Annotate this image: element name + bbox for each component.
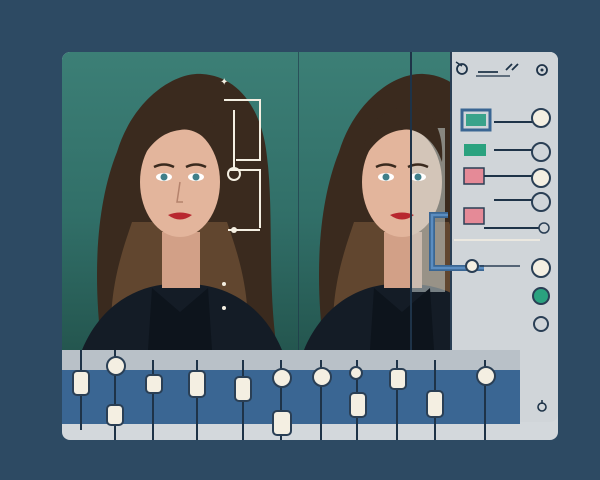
slider-5-knob[interactable] — [234, 376, 252, 402]
settings-icon[interactable] — [536, 64, 548, 76]
slider-7-knob[interactable] — [312, 367, 332, 387]
toggle-2[interactable] — [531, 142, 551, 162]
tag-icon[interactable] — [455, 61, 468, 75]
toggle-6[interactable] — [531, 258, 551, 278]
toggle-4[interactable] — [531, 192, 551, 212]
timeline-strip[interactable] — [62, 350, 520, 370]
slider-4-knob[interactable] — [188, 370, 206, 398]
slider-3-knob[interactable] — [145, 374, 163, 394]
green-swatch[interactable] — [464, 144, 486, 156]
teal-swatch[interactable] — [460, 108, 492, 132]
slider-1-knob[interactable] — [72, 370, 90, 396]
toggle-1[interactable] — [531, 108, 551, 128]
slider-9-knob[interactable] — [389, 368, 407, 390]
crop-handle[interactable] — [465, 259, 479, 273]
toggle-5[interactable] — [538, 222, 550, 234]
annotation-overlay: ✦ — [220, 77, 261, 233]
slider-6-knob-lower[interactable] — [272, 410, 292, 436]
slider-8-knob-lower[interactable] — [349, 392, 367, 418]
lock-icon[interactable] — [532, 396, 552, 416]
toggle-7[interactable] — [532, 287, 550, 305]
toggle-8[interactable] — [533, 316, 549, 332]
slider-6-knob[interactable] — [272, 368, 292, 388]
slider-3-track[interactable] — [152, 360, 154, 440]
slider-2-knob-lower[interactable] — [106, 404, 124, 426]
panel-controls — [429, 108, 551, 332]
pink-swatch[interactable] — [463, 167, 485, 185]
slider-10-knob[interactable] — [426, 390, 444, 418]
pink-swatch-2[interactable] — [463, 207, 485, 225]
toggle-3[interactable] — [531, 168, 551, 188]
svg-text:✦: ✦ — [220, 77, 228, 88]
slider-2-knob[interactable] — [106, 356, 126, 376]
pencil-icon[interactable] — [476, 63, 519, 77]
tool-row — [455, 61, 548, 77]
slider-11-knob[interactable] — [476, 366, 496, 386]
slider-8-knob[interactable] — [349, 366, 363, 380]
